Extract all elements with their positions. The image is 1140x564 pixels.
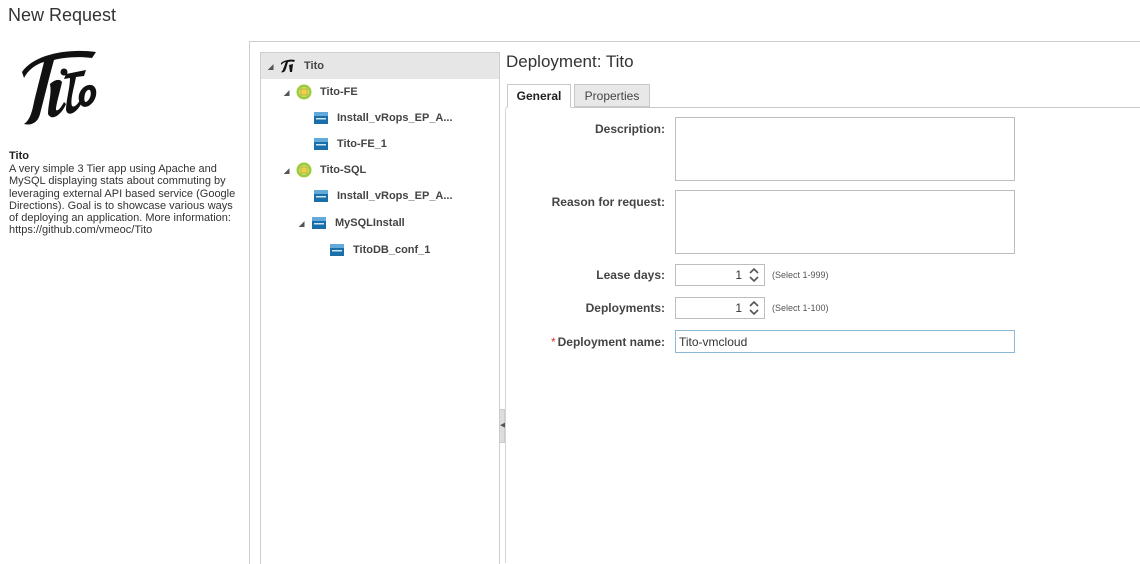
tree-item-label: Tito-SQL: [320, 164, 367, 176]
software-component-icon: [314, 190, 328, 202]
tier-group-icon: [296, 162, 312, 178]
deployments-input[interactable]: [676, 301, 745, 315]
deployment-name-label-text: Deployment name:: [557, 335, 665, 349]
tier-group-icon: [296, 84, 312, 100]
expand-arrow-icon[interactable]: ◢: [284, 167, 290, 175]
blueprint-name: Tito: [9, 150, 29, 162]
expand-arrow-icon[interactable]: ◢: [268, 63, 274, 71]
deployment-title: Deployment: Tito: [506, 52, 634, 71]
spinner[interactable]: [745, 265, 763, 285]
lease-days-label: Lease days:: [596, 268, 665, 282]
blueprint-description: A very simple 3 Tier app using Apache an…: [9, 163, 236, 237]
tree-item-label: Install_vRops_EP_A...: [337, 190, 453, 202]
tree-item-label: Tito-FE_1: [337, 138, 387, 150]
deployments-stepper[interactable]: [675, 297, 765, 319]
tree-item-mysqlinstall[interactable]: ◢ MySQLInstall: [261, 210, 499, 236]
deployments-hint: (Select 1-100): [772, 303, 829, 313]
tree-item-titodb-conf-1[interactable]: TitoDB_conf_1: [261, 237, 499, 263]
lease-days-hint: (Select 1-999): [772, 270, 829, 280]
reason-field[interactable]: [675, 190, 1015, 254]
lease-days-stepper[interactable]: [675, 264, 765, 286]
page-title: New Request: [8, 5, 117, 25]
lease-days-input[interactable]: [676, 268, 745, 282]
tree-item-label: Install_vRops_EP_A...: [337, 112, 453, 124]
blueprint-tree: ◢ Tito ◢ Tito-FE Install_vRops_EP_A... T…: [260, 52, 500, 564]
tree-item-label: Tito: [304, 60, 324, 72]
tab-general[interactable]: General: [507, 84, 571, 108]
tree-item-install-vrops-sql[interactable]: Install_vRops_EP_A...: [261, 183, 499, 209]
chevron-down-icon[interactable]: [748, 308, 760, 317]
expand-arrow-icon[interactable]: ◢: [284, 89, 290, 97]
tree-item-tito-fe[interactable]: ◢ Tito-FE: [261, 79, 499, 105]
tree-item-label: MySQLInstall: [335, 217, 405, 229]
deployment-name-input[interactable]: [675, 330, 1015, 353]
tree-item-install-vrops-fe[interactable]: Install_vRops_EP_A...: [261, 105, 499, 131]
expand-arrow-icon[interactable]: ◢: [299, 220, 305, 228]
tab-strip-border: [506, 107, 1140, 108]
tree-item-label: TitoDB_conf_1: [353, 244, 431, 256]
chevron-up-icon[interactable]: [748, 299, 760, 308]
tree-item-tito-sql[interactable]: ◢ Tito-SQL: [261, 157, 499, 183]
deployments-label: Deployments:: [585, 301, 665, 315]
reason-label: Reason for request:: [551, 195, 665, 209]
tree-item-tito[interactable]: ◢ Tito: [261, 53, 499, 79]
required-marker: *: [550, 335, 556, 349]
chevron-down-icon[interactable]: [748, 275, 760, 284]
tab-properties[interactable]: Properties: [574, 84, 650, 107]
description-label: Description:: [594, 122, 665, 136]
description-field[interactable]: [675, 117, 1015, 181]
spinner[interactable]: [745, 298, 763, 318]
tree-item-tito-fe-1[interactable]: Tito-FE_1: [261, 131, 499, 157]
tree-item-label: Tito-FE: [320, 86, 358, 98]
blueprint-logo: [22, 50, 97, 125]
software-component-icon: [314, 138, 328, 150]
software-component-icon: [312, 217, 326, 229]
software-component-icon: [314, 112, 328, 124]
tito-logo-icon: [281, 59, 295, 73]
chevron-up-icon[interactable]: [748, 266, 760, 275]
software-component-icon: [330, 244, 344, 256]
deployment-name-label: * Deployment name:: [465, 335, 665, 349]
